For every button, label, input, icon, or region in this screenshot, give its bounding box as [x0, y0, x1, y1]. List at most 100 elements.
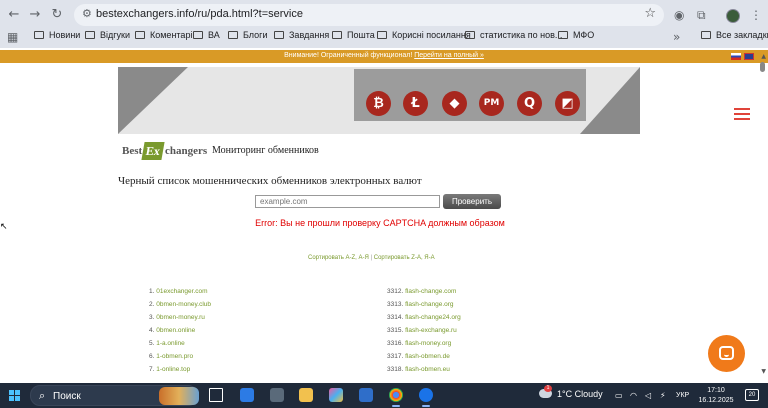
- list-item[interactable]: 3314. flash-change24.org: [387, 311, 461, 324]
- bookmark-item[interactable]: Коментарі: [135, 30, 192, 45]
- search-icon: ⌕: [39, 389, 46, 402]
- folder-icon: [332, 31, 342, 39]
- list-item[interactable]: 3. 0bmen-money.ru: [149, 311, 211, 324]
- folder-icon: [558, 31, 568, 39]
- list-item[interactable]: 3312. flash-change.com: [387, 285, 461, 298]
- site-info-icon[interactable]: ⚙: [82, 7, 92, 20]
- chat-widget-button[interactable]: [708, 335, 745, 372]
- list-item[interactable]: 3317. flash-obmen.de: [387, 350, 461, 363]
- apps-grid-icon[interactable]: ▦: [7, 30, 18, 44]
- list-item[interactable]: 7. 1-online.top: [149, 363, 211, 376]
- site-subtitle: Мониторинг обменников: [212, 145, 319, 156]
- hamburger-menu-icon[interactable]: [734, 108, 750, 120]
- folder-icon: [85, 31, 95, 39]
- windows-start-icon[interactable]: [9, 390, 20, 401]
- bookmark-star-icon[interactable]: ☆: [644, 6, 656, 21]
- all-bookmarks[interactable]: Все закладки: [701, 30, 768, 45]
- bookmark-item[interactable]: МФО: [558, 30, 594, 45]
- folder-icon: [465, 31, 475, 39]
- qiwi-icon: Q: [517, 91, 542, 116]
- list-item[interactable]: 3315. flash-exchange.ru: [387, 324, 461, 337]
- list-item[interactable]: 3318. flash-obmen.eu: [387, 363, 461, 376]
- outlook-icon[interactable]: [359, 388, 373, 402]
- list-item[interactable]: 2. 0bmen-money.club: [149, 298, 211, 311]
- bookmark-item[interactable]: Блоги: [228, 30, 267, 45]
- folder-icon: [34, 31, 44, 39]
- bookmarks-bar: ▦ Новини Відгуки Коментарі ВА Блоги Завд…: [0, 29, 768, 46]
- wifi-icon[interactable]: ◠: [630, 391, 637, 400]
- english-flag-icon[interactable]: [744, 53, 754, 60]
- calculator-icon[interactable]: [270, 388, 284, 402]
- avatar[interactable]: [726, 9, 740, 23]
- active-app-indicator: [422, 405, 430, 407]
- file-explorer-icon[interactable]: [299, 388, 313, 402]
- error-message: Error: Вы не прошли проверку CAPTCHA дол…: [0, 218, 760, 228]
- windows-taskbar: ⌕ Поиск 1 1°C Cloudy ▭ ◠ ◁ ⚡ УКР 17:10 1…: [0, 383, 768, 408]
- folder-icon: [193, 31, 203, 39]
- notification-badge[interactable]: 20: [745, 389, 759, 401]
- search-highlight-image: [159, 387, 199, 405]
- scroll-down-icon[interactable]: ▼: [761, 368, 766, 375]
- coin-strip: ₿ Ł ◆ PM Q ◩: [354, 69, 586, 121]
- volume-icon[interactable]: ◁: [645, 391, 651, 400]
- sort-az-link[interactable]: Сортировать A-Z, А-Я: [308, 255, 369, 261]
- full-version-link[interactable]: Перейти на полный »: [414, 52, 484, 59]
- browser-chrome: ← → ↻ ⚙ bestexchangers.info/ru/pda.html?…: [0, 0, 768, 48]
- list-item[interactable]: 6. 1-obmen.pro: [149, 350, 211, 363]
- scroll-up-icon[interactable]: ▲: [761, 53, 766, 60]
- clock[interactable]: 17:10 16.12.2025: [696, 386, 736, 406]
- more-bookmarks-icon[interactable]: »: [673, 30, 680, 44]
- widgets-icon[interactable]: [240, 388, 254, 402]
- bookmark-item[interactable]: ВА: [193, 30, 220, 45]
- list-item[interactable]: 4. 0bmen.online: [149, 324, 211, 337]
- scrollbar-thumb[interactable]: [760, 62, 765, 72]
- page-title: Черный список мошеннических обменников э…: [118, 175, 422, 187]
- bookmark-item[interactable]: Новини: [34, 30, 80, 45]
- reload-icon[interactable]: ↻: [47, 5, 67, 25]
- chrome-icon[interactable]: [389, 388, 403, 402]
- ethereum-icon: ◆: [442, 91, 467, 116]
- site-logo[interactable]: Best Ex changers: [122, 142, 208, 160]
- sort-za-link[interactable]: Сортировать Z-A, Я-А: [374, 255, 435, 261]
- address-bar[interactable]: ⚙ bestexchangers.info/ru/pda.html?t=serv…: [74, 4, 664, 26]
- domain-input[interactable]: [255, 195, 440, 208]
- date: 16.12.2025: [698, 397, 734, 404]
- logo-ex: Ex: [141, 142, 165, 160]
- forward-icon[interactable]: →: [25, 5, 45, 25]
- list-item[interactable]: 1. 01exchanger.com: [149, 285, 211, 298]
- banner-decor: [580, 67, 640, 134]
- bitcoin-icon: ₿: [366, 91, 391, 116]
- active-app-indicator: [392, 405, 400, 407]
- copilot-icon[interactable]: [329, 388, 343, 402]
- warning-text: Внимание! Ограниченный функционал!: [284, 52, 413, 59]
- bookmark-item[interactable]: Корисні посилання: [377, 30, 471, 45]
- bookmark-item[interactable]: Завдання: [274, 30, 329, 45]
- url-text[interactable]: bestexchangers.info/ru/pda.html?t=servic…: [96, 8, 303, 20]
- battery-icon[interactable]: ▭: [615, 391, 623, 400]
- network-icon[interactable]: ⚡: [660, 391, 666, 400]
- warning-message: Внимание! Ограниченный функционал! Перей…: [0, 52, 768, 59]
- bookmark-item[interactable]: статистика по нов...: [465, 30, 562, 45]
- check-button[interactable]: Проверить: [443, 194, 501, 209]
- litecoin-icon: Ł: [403, 91, 428, 116]
- russian-flag-icon[interactable]: [731, 53, 741, 60]
- banner-image[interactable]: ₿ Ł ◆ PM Q ◩: [118, 67, 640, 134]
- list-item[interactable]: 3316. flash-money.org: [387, 337, 461, 350]
- back-icon[interactable]: ←: [4, 5, 24, 25]
- app-icon[interactable]: [419, 388, 433, 402]
- search-label: Поиск: [53, 391, 81, 402]
- list-item[interactable]: 3313. flash-change.org: [387, 298, 461, 311]
- extensions-icon[interactable]: ⧉: [697, 8, 706, 23]
- folder-icon: [377, 31, 387, 39]
- bookmark-item[interactable]: Пошта: [332, 30, 375, 45]
- taskbar-search[interactable]: ⌕ Поиск: [30, 385, 199, 406]
- bookmark-item[interactable]: Відгуки: [85, 30, 130, 45]
- camera-icon[interactable]: ◉: [674, 8, 684, 22]
- language-indicator[interactable]: УКР: [676, 392, 689, 399]
- error-text: Error: Вы не прошли проверку CAPTCHA дол…: [255, 218, 505, 228]
- navigation-bar: ← → ↻ ⚙ bestexchangers.info/ru/pda.html?…: [0, 3, 768, 27]
- menu-dots-icon[interactable]: ⋮: [750, 8, 762, 22]
- sort-links: Сортировать A-Z, А-Я | Сортировать Z-A, …: [308, 255, 435, 261]
- list-item[interactable]: 5. 1-a.online: [149, 337, 211, 350]
- task-view-icon[interactable]: [209, 388, 223, 402]
